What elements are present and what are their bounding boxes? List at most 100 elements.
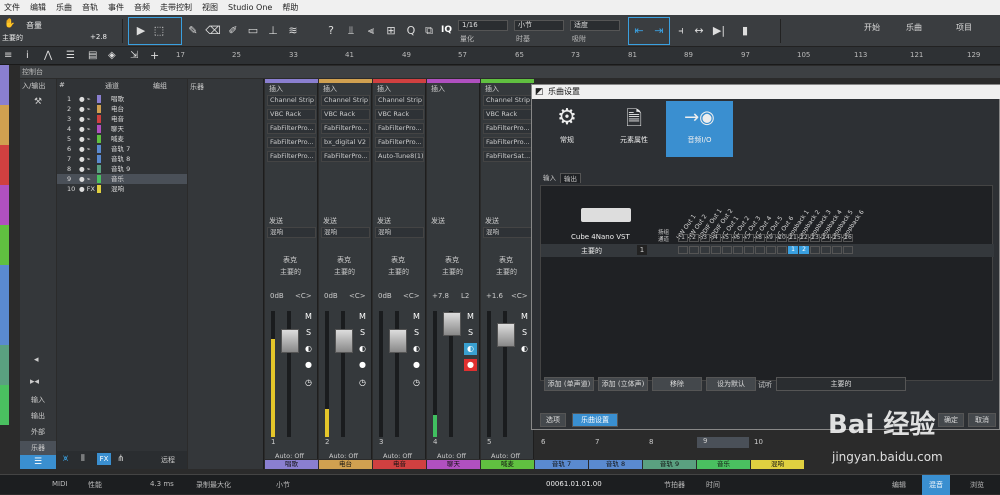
io-instruments[interactable]: 乐器 bbox=[20, 441, 56, 455]
insert-slot[interactable]: Auto-Tune8(1) bbox=[375, 151, 424, 162]
insert-slot[interactable]: VBC Rack bbox=[267, 109, 316, 120]
insert-slot[interactable]: FabFilterPro... bbox=[267, 123, 316, 134]
io-external[interactable]: 外部 bbox=[20, 425, 56, 439]
automation-label[interactable]: Auto: Off bbox=[383, 452, 412, 460]
monitor-icon[interactable]: ◐ bbox=[302, 343, 315, 355]
solo-button[interactable]: S bbox=[302, 327, 315, 339]
add-track-icon[interactable]: + bbox=[150, 49, 159, 62]
song-button[interactable]: 乐曲 bbox=[906, 22, 922, 33]
channel-name[interactable]: 音乐 bbox=[697, 460, 750, 469]
inspector-icon[interactable]: ▮ bbox=[736, 22, 754, 40]
insert-slot[interactable]: bx_digital V2 bbox=[321, 137, 370, 148]
browse-button[interactable]: 浏览 bbox=[970, 480, 984, 490]
add-stereo-button[interactable]: 添加 (立体声) bbox=[598, 377, 648, 391]
solo-button[interactable]: S bbox=[410, 327, 423, 339]
menu-help[interactable]: 帮助 bbox=[282, 2, 298, 13]
send-slot[interactable]: 混响 bbox=[267, 227, 316, 238]
channel-name[interactable]: 音轨 8 bbox=[589, 460, 642, 469]
list-item[interactable]: 1 ● ⌁ 唱歌 bbox=[57, 94, 187, 104]
send-slot[interactable]: 混响 bbox=[483, 227, 532, 238]
menu-edit[interactable]: 编辑 bbox=[30, 2, 46, 13]
pan-readout[interactable]: L2 bbox=[461, 292, 469, 300]
menu-view[interactable]: 视图 bbox=[202, 2, 218, 13]
pencil-tool-icon[interactable]: ✎ bbox=[184, 22, 202, 40]
list-item[interactable]: 6 ● ⌁ 音轨 7 bbox=[57, 144, 187, 154]
fx-button[interactable]: FX bbox=[97, 453, 111, 465]
monitor-icon[interactable]: ◐ bbox=[518, 343, 531, 355]
output-label[interactable]: 主要的 bbox=[334, 267, 355, 277]
insert-slot[interactable]: FabFilterPro... bbox=[267, 151, 316, 162]
arrow-tool-icon[interactable]: ▶ bbox=[132, 22, 150, 40]
tab-outputs[interactable]: 输出 bbox=[560, 173, 581, 183]
mute-button[interactable]: M bbox=[410, 311, 423, 323]
insert-slot[interactable]: FabFilterPro... bbox=[321, 151, 370, 162]
loop-tool-icon[interactable]: ⧉ bbox=[420, 22, 438, 40]
insert-slot[interactable]: VBC Rack bbox=[483, 109, 532, 120]
song-setup-button[interactable]: 乐曲设置 bbox=[572, 413, 618, 427]
output-label[interactable]: 主要的 bbox=[388, 267, 409, 277]
io-inputs[interactable]: 输入 bbox=[20, 393, 56, 407]
snap-right-icon[interactable]: ⇥ bbox=[650, 22, 668, 40]
quantize-select[interactable]: 1/16 bbox=[458, 20, 508, 31]
volume-fader[interactable] bbox=[389, 329, 407, 353]
channel-name[interactable]: 聊天 bbox=[427, 460, 480, 469]
automation-label[interactable]: Auto: Off bbox=[491, 452, 520, 460]
matrix-cell-active[interactable]: 2 bbox=[799, 246, 809, 254]
insert-slot[interactable]: FabFilterPro... bbox=[267, 137, 316, 148]
solo-button[interactable]: S bbox=[356, 327, 369, 339]
record-icon[interactable]: ● bbox=[464, 359, 477, 371]
monitor-icon[interactable]: ◐ bbox=[410, 343, 423, 355]
mute-button[interactable]: M bbox=[518, 311, 531, 323]
info-icon[interactable]: i bbox=[26, 50, 29, 61]
insert-slot[interactable]: Channel Strip bbox=[267, 95, 316, 106]
table-row[interactable]: 主要的 1 1 2 bbox=[541, 244, 994, 257]
channel-name[interactable]: 混响 bbox=[751, 460, 804, 469]
output-label[interactable]: 主要的 bbox=[496, 267, 517, 277]
edit-button[interactable]: 编辑 bbox=[892, 480, 906, 490]
iq-button[interactable]: IQ bbox=[441, 25, 452, 35]
automation-icon[interactable]: ⋀ bbox=[44, 50, 52, 61]
split-tool-icon[interactable]: ▭ bbox=[244, 22, 262, 40]
bend-tool-icon[interactable]: ≋ bbox=[284, 22, 302, 40]
tab-metadata[interactable]: 🗎 元素属性 bbox=[604, 101, 664, 157]
insert-slot[interactable]: Channel Strip bbox=[375, 95, 424, 106]
track-list-icon[interactable]: ☰ bbox=[66, 50, 75, 61]
insert-slot[interactable]: FabFilterSat... bbox=[483, 151, 532, 162]
monitor-icon[interactable]: ◐ bbox=[356, 343, 369, 355]
record-icon[interactable]: ● bbox=[302, 359, 315, 371]
menu-event[interactable]: 事件 bbox=[108, 2, 124, 13]
channel-name[interactable]: 音轨 9 bbox=[643, 460, 696, 469]
insert-slot[interactable]: FabFilterPro... bbox=[375, 123, 424, 134]
list-item[interactable]: 4 ● ⌁ 聊天 bbox=[57, 124, 187, 134]
mute-button[interactable]: M bbox=[464, 311, 477, 323]
bus-icon[interactable]: ⋔ bbox=[117, 454, 125, 464]
pan-readout[interactable]: <C> bbox=[295, 292, 312, 300]
menu-track[interactable]: 音轨 bbox=[82, 2, 98, 13]
list-item[interactable]: 8 ● ⌁ 音轨 9 bbox=[57, 164, 187, 174]
list-item[interactable]: 7 ● ⌁ 音轨 8 bbox=[57, 154, 187, 164]
clock-icon[interactable]: ◷ bbox=[356, 377, 369, 389]
options-button[interactable]: 选项 bbox=[540, 413, 566, 427]
tab-inputs[interactable]: 输入 bbox=[540, 173, 559, 183]
global-tracks-icon[interactable]: ▤ bbox=[88, 50, 97, 61]
eraser-tool-icon[interactable]: ⌫ bbox=[204, 22, 222, 40]
mute-button[interactable]: M bbox=[356, 311, 369, 323]
channel-name[interactable]: 喊麦 bbox=[481, 460, 534, 469]
insert-slot[interactable]: Channel Strip bbox=[483, 95, 532, 106]
tab-audio-io[interactable]: →◉ 音频I/O bbox=[666, 101, 733, 157]
waveform-icon[interactable]: ⩙ bbox=[63, 454, 68, 464]
ripple-icon[interactable]: ▶| bbox=[710, 22, 728, 40]
pan-readout[interactable]: <C> bbox=[403, 292, 420, 300]
range-tool-icon[interactable]: ⬚ bbox=[150, 22, 168, 40]
remove-button[interactable]: 移除 bbox=[652, 377, 702, 391]
menu-studioone[interactable]: Studio One bbox=[228, 3, 272, 12]
automation-label[interactable]: Auto: Off bbox=[275, 452, 304, 460]
send-slot[interactable]: 混响 bbox=[321, 227, 370, 238]
set-default-button[interactable]: 设为默认 bbox=[706, 377, 756, 391]
expand-panels-icon[interactable]: ▸◂ bbox=[30, 377, 39, 387]
pan-readout[interactable]: <C> bbox=[349, 292, 366, 300]
snap-select[interactable]: 适度 bbox=[570, 20, 620, 31]
insert-slot[interactable]: Channel Strip bbox=[321, 95, 370, 106]
channel-name[interactable]: 唱歌 bbox=[265, 460, 318, 469]
solo-button[interactable]: S bbox=[464, 327, 477, 339]
